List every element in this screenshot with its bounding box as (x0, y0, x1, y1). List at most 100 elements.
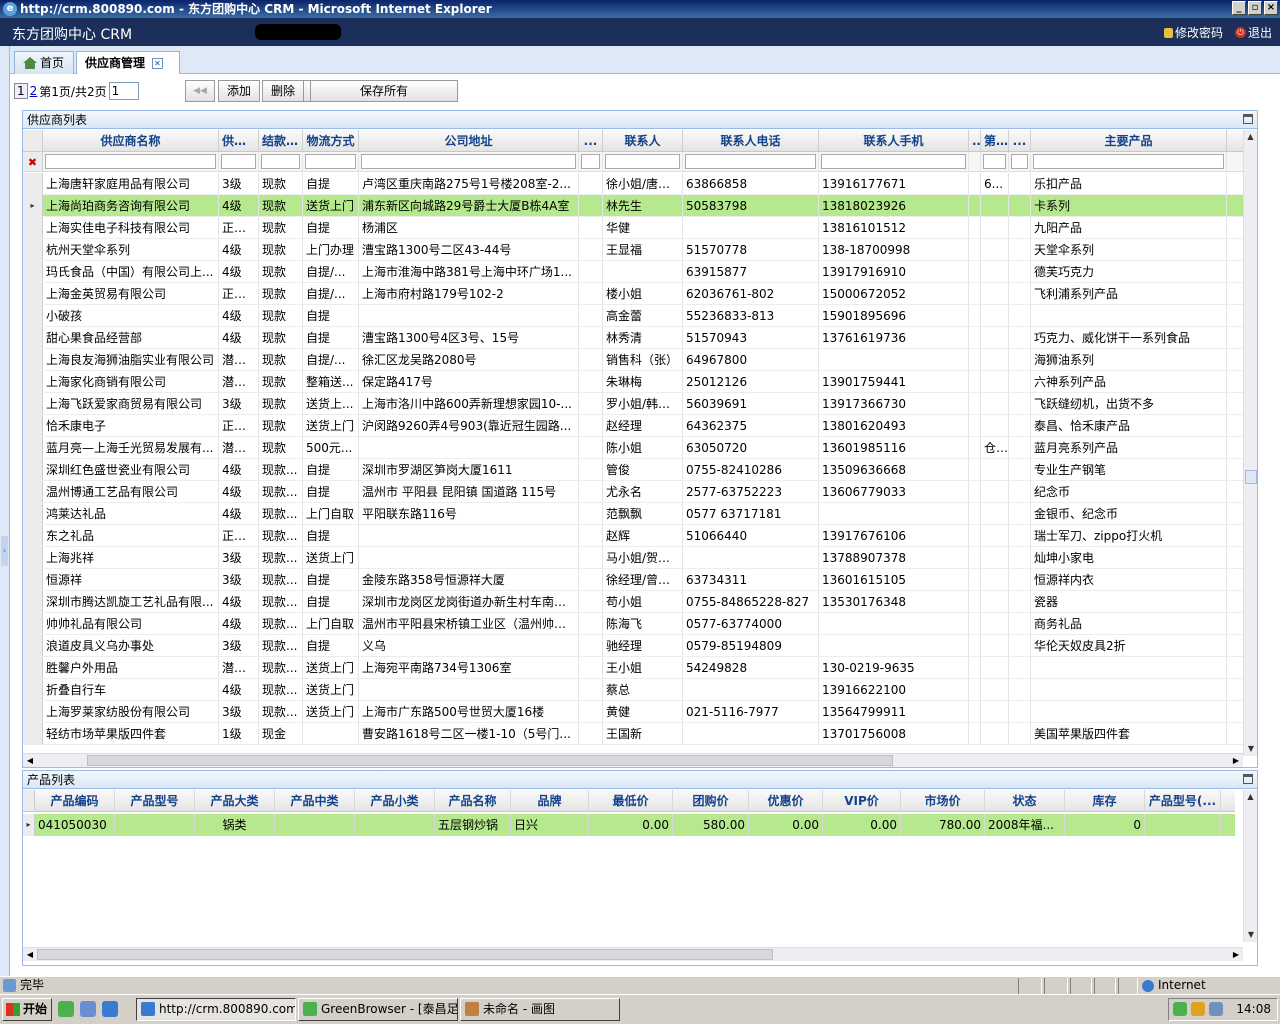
table-cell[interactable]: 自提 (303, 459, 359, 480)
table-cell[interactable] (981, 591, 1009, 612)
product-hscroll[interactable]: ◀ ▶ (23, 947, 1243, 961)
scroll-right-icon[interactable]: ▶ (1229, 948, 1243, 962)
table-cell[interactable]: 潜在... (219, 657, 259, 678)
table-cell[interactable]: 销售科（张） (603, 349, 683, 370)
column-header[interactable]: 供应商名称 (43, 130, 219, 151)
page-number-input[interactable] (108, 82, 139, 100)
table-cell[interactable] (969, 261, 981, 282)
table-cell[interactable] (1009, 613, 1031, 634)
table-cell[interactable] (969, 459, 981, 480)
row-indicator[interactable] (23, 239, 43, 260)
table-cell[interactable]: 自提/... (303, 349, 359, 370)
table-cell[interactable]: 林秀清 (603, 327, 683, 348)
table-cell[interactable]: 13818023926 (819, 195, 969, 216)
table-cell[interactable]: 13917916910 (819, 261, 969, 282)
filter-input[interactable] (361, 154, 576, 169)
table-cell[interactable]: 瑞士军刀、zippo打火机 (1031, 525, 1227, 546)
table-cell[interactable] (969, 481, 981, 502)
table-row[interactable]: 上海良友海狮油脂实业有限公司 潜在... 现款 自提/... 徐汇区龙吴路2080号 销售… (23, 349, 1243, 371)
table-cell[interactable]: 0755-82410286 (683, 459, 819, 480)
row-indicator[interactable] (23, 393, 43, 414)
table-row[interactable]: 浪道皮具义乌办事处 3级 现款... 自提 义乌 驰经理 0579-85194809 华伦天奴… (23, 635, 1243, 657)
column-header[interactable]: 市场价 (901, 790, 985, 811)
table-cell[interactable] (1145, 814, 1221, 836)
table-cell[interactable] (981, 723, 1009, 744)
table-cell[interactable]: 赵辉 (603, 525, 683, 546)
table-cell[interactable]: 自提 (303, 525, 359, 546)
table-cell[interactable]: 义乌 (359, 635, 579, 656)
table-cell[interactable]: 上海市府村路179号102-2 (359, 283, 579, 304)
table-cell[interactable] (969, 305, 981, 326)
table-cell[interactable]: 上海市广东路500号世贸大厦16楼 (359, 701, 579, 722)
table-cell[interactable]: 13801620493 (819, 415, 969, 436)
table-cell[interactable]: 15901895696 (819, 305, 969, 326)
row-indicator[interactable] (23, 459, 43, 480)
row-indicator[interactable] (23, 283, 43, 304)
table-cell[interactable]: 金银币、纪念币 (1031, 503, 1227, 524)
collapsed-sidebar[interactable]: › (0, 46, 10, 976)
table-cell[interactable]: 蔡总 (603, 679, 683, 700)
table-cell[interactable] (1031, 701, 1227, 722)
table-cell[interactable]: 胜馨户外用品 (43, 657, 219, 678)
table-cell[interactable] (981, 371, 1009, 392)
table-cell[interactable]: 仓... (981, 437, 1009, 458)
table-cell[interactable]: 飞利浦系列产品 (1031, 283, 1227, 304)
table-cell[interactable] (981, 261, 1009, 282)
table-cell[interactable]: 自提 (303, 569, 359, 590)
table-row[interactable]: 小破孩 4级 现款 自提 高金蕾 55236833-813 15901895696 (23, 305, 1243, 327)
table-cell[interactable]: 13530176348 (819, 591, 969, 612)
table-cell[interactable] (579, 415, 603, 436)
table-cell[interactable]: 送货上门 (303, 679, 359, 700)
table-cell[interactable]: 潜在... (219, 349, 259, 370)
table-cell[interactable] (579, 371, 603, 392)
table-cell[interactable]: 巧克力、威化饼干一系列食品 (1031, 327, 1227, 348)
table-cell[interactable] (1009, 261, 1031, 282)
table-cell[interactable]: 现款 (259, 371, 303, 392)
table-cell[interactable] (359, 525, 579, 546)
table-cell[interactable] (1009, 217, 1031, 238)
table-cell[interactable]: 现款 (259, 195, 303, 216)
row-indicator[interactable] (23, 261, 43, 282)
table-cell[interactable] (969, 415, 981, 436)
table-cell[interactable] (981, 415, 1009, 436)
table-cell[interactable]: 0.00 (823, 814, 901, 836)
table-cell[interactable]: 64967800 (683, 349, 819, 370)
table-cell[interactable] (683, 547, 819, 568)
volume-icon[interactable] (1209, 1002, 1223, 1016)
table-cell[interactable] (303, 723, 359, 744)
table-cell[interactable]: 送货上... (303, 393, 359, 414)
table-cell[interactable]: 曹安路1618号二区一楼1-10（5号门... (359, 723, 579, 744)
table-cell[interactable] (969, 679, 981, 700)
filter-input[interactable] (1011, 154, 1028, 169)
table-cell[interactable]: 自提 (303, 217, 359, 238)
row-indicator[interactable]: ▸ (23, 814, 35, 836)
table-cell[interactable]: 深圳市罗湖区笋岗大厦1611 (359, 459, 579, 480)
table-cell[interactable]: 恒源祥内衣 (1031, 569, 1227, 590)
table-cell[interactable] (981, 305, 1009, 326)
table-cell[interactable] (981, 525, 1009, 546)
table-cell[interactable]: 天堂伞系列 (1031, 239, 1227, 260)
column-header[interactable]: 产品名称 (435, 790, 511, 811)
table-cell[interactable]: 0.00 (589, 814, 673, 836)
table-cell[interactable] (359, 547, 579, 568)
table-cell[interactable]: 沪闵路9260弄4号903(靠近冠生园路... (359, 415, 579, 436)
table-row[interactable]: 上海罗莱家纺股份有限公司 3级 现款... 送货上门 上海市广东路500号世贸大厦16楼… (23, 701, 1243, 723)
table-cell[interactable] (969, 283, 981, 304)
table-cell[interactable] (1009, 591, 1031, 612)
table-cell[interactable] (579, 679, 603, 700)
table-cell[interactable] (969, 371, 981, 392)
table-cell[interactable]: 五层钢炒锅 (435, 814, 511, 836)
table-cell[interactable]: 卢湾区重庆南路275号1号楼208室-2... (359, 173, 579, 194)
table-cell[interactable] (579, 305, 603, 326)
table-cell[interactable]: 马小姐/贺经理 (603, 547, 683, 568)
table-cell[interactable]: 4级 (219, 261, 259, 282)
table-cell[interactable]: 帅帅礼品有限公司 (43, 613, 219, 634)
table-cell[interactable] (579, 723, 603, 744)
table-cell[interactable] (1009, 701, 1031, 722)
table-cell[interactable] (969, 349, 981, 370)
column-header[interactable]: 物流方式 (303, 130, 359, 151)
table-cell[interactable]: 现款 (259, 283, 303, 304)
table-cell[interactable] (969, 195, 981, 216)
table-cell[interactable]: 现款... (259, 701, 303, 722)
table-cell[interactable]: 林先生 (603, 195, 683, 216)
